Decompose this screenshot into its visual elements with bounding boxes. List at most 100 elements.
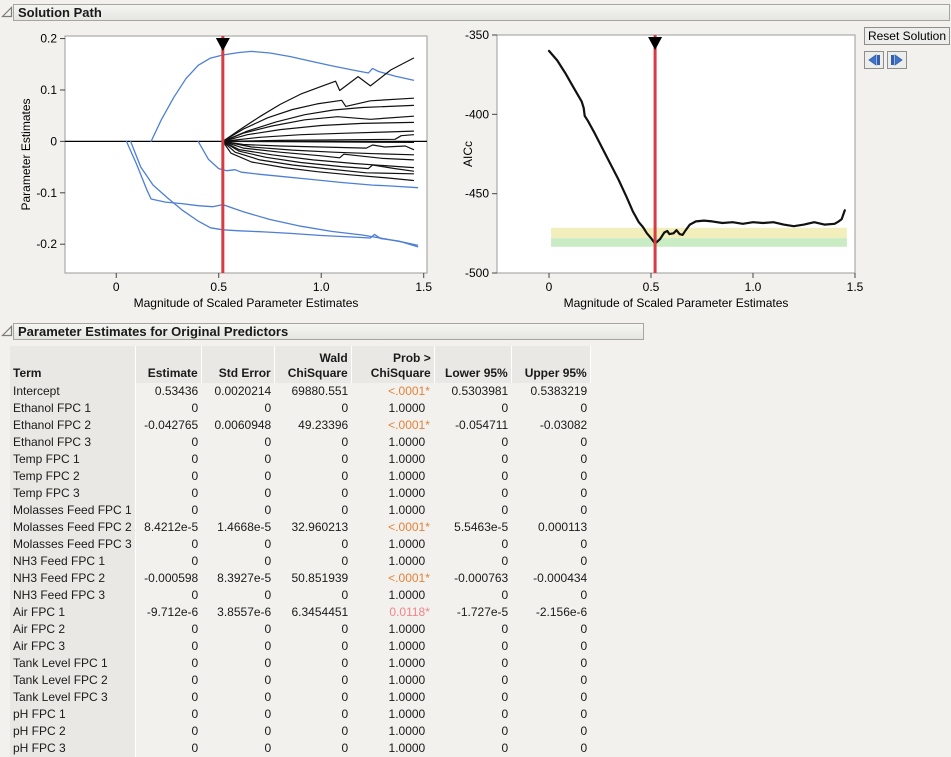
cell-upper: -0.000434 (511, 570, 590, 587)
cell-wald: 0 (274, 740, 351, 757)
cell-term: Molasses Feed FPC 3 (10, 536, 135, 553)
reset-solution-button[interactable]: Reset Solution (864, 27, 950, 45)
cell-term: Ethanol FPC 3 (10, 434, 135, 451)
cell-std_error: 0 (201, 723, 274, 740)
cell-term: NH3 Feed FPC 1 (10, 553, 135, 570)
cell-term: pH FPC 1 (10, 706, 135, 723)
cell-upper: 0 (511, 587, 590, 604)
cell-term: pH FPC 3 (10, 740, 135, 757)
column-header-std-error: Std Error (201, 346, 274, 383)
cell-upper: 0 (511, 400, 590, 417)
jmp-solution-path-report: { "outlines":{ "solution_path":"Solution… (0, 0, 951, 755)
cell-wald: 0 (274, 468, 351, 485)
cell-estimate: 0 (135, 536, 201, 553)
estimates-path-y-tick-label: -0.1 (36, 186, 57, 200)
cell-wald: 69880.551 (274, 383, 351, 400)
cell-wald: 0 (274, 621, 351, 638)
step-back-button[interactable] (864, 51, 884, 69)
aicc-path-y-tick-label: -450 (465, 187, 489, 201)
cell-estimate: 0 (135, 655, 201, 672)
cell-prob: 1.0000 (351, 655, 434, 672)
aicc-path-x-axis-title: Magnitude of Scaled Parameter Estimates (564, 296, 789, 310)
cell-term: Molasses Feed FPC 2 (10, 519, 135, 536)
cell-estimate: 0 (135, 689, 201, 706)
cell-term: Temp FPC 2 (10, 468, 135, 485)
cell-lower: 0 (434, 587, 511, 604)
cell-prob: 1.0000 (351, 638, 434, 655)
cell-upper: 0.000113 (511, 519, 590, 536)
cell-wald: 0 (274, 451, 351, 468)
cell-lower: 0 (434, 672, 511, 689)
cell-upper: 0.5383219 (511, 383, 590, 400)
aicc-path-x-tick-label: 1.5 (847, 280, 864, 294)
aicc-path-y-tick-label: -400 (465, 107, 489, 121)
aicc-path-x-tick-label: 0 (546, 280, 553, 294)
cell-estimate: 0 (135, 638, 201, 655)
cell-upper: 0 (511, 621, 590, 638)
cell-prob: <.0001* (351, 519, 434, 536)
table-row: Air FPC 30001.000000 (10, 638, 590, 655)
cell-std_error: 1.4668e-5 (201, 519, 274, 536)
cell-prob: <.0001* (351, 417, 434, 434)
cell-estimate: 0 (135, 451, 201, 468)
cell-std_error: 3.8557e-6 (201, 604, 274, 621)
cell-prob: 1.0000 (351, 689, 434, 706)
cell-term: Temp FPC 3 (10, 485, 135, 502)
cell-upper: -0.03082 (511, 417, 590, 434)
cell-upper: 0 (511, 468, 590, 485)
table-row: Molasses Feed FPC 28.4212e-51.4668e-532.… (10, 519, 590, 536)
cell-wald: 0 (274, 689, 351, 706)
cell-prob: 1.0000 (351, 621, 434, 638)
cell-std_error: 0 (201, 740, 274, 757)
step-forward-button[interactable] (887, 51, 907, 69)
cell-estimate: 0 (135, 553, 201, 570)
cell-lower: -0.000763 (434, 570, 511, 587)
column-header-term: Term (10, 346, 135, 383)
cell-wald: 0 (274, 434, 351, 451)
cell-upper: 0 (511, 485, 590, 502)
cell-lower: 0 (434, 740, 511, 757)
cell-wald: 50.851939 (274, 570, 351, 587)
table-row: Ethanol FPC 2-0.0427650.006094849.23396<… (10, 417, 590, 434)
table-row: Ethanol FPC 10001.000000 (10, 400, 590, 417)
cell-prob: 0.0118* (351, 604, 434, 621)
cell-term: Air FPC 3 (10, 638, 135, 655)
cell-prob: 1.0000 (351, 400, 434, 417)
solution-path-outline-bar[interactable]: Solution Path (13, 4, 950, 21)
cell-lower: 0 (434, 451, 511, 468)
cell-term: NH3 Feed FPC 3 (10, 587, 135, 604)
disclosure-open-icon[interactable] (1, 6, 13, 18)
cell-prob: 1.0000 (351, 536, 434, 553)
parameter-estimates-path-chart[interactable]: 00.51.01.50.20.10-0.1-0.2Magnitude of Sc… (0, 25, 460, 317)
cell-term: Intercept (10, 383, 135, 400)
cell-lower: 0 (434, 485, 511, 502)
estimates-path-x-tick-label: 1.5 (415, 280, 432, 294)
cell-wald: 0 (274, 587, 351, 604)
cell-prob: 1.0000 (351, 502, 434, 519)
solution-path-title: Solution Path (18, 5, 102, 20)
estimates-path-y-tick-label: -0.2 (36, 237, 57, 251)
cell-lower: 0 (434, 468, 511, 485)
cell-lower: 0 (434, 723, 511, 740)
disclosure-open-icon[interactable] (1, 325, 13, 337)
step-forward-icon (890, 54, 904, 66)
table-row: NH3 Feed FPC 2-0.0005988.3927e-550.85193… (10, 570, 590, 587)
column-header-estimate: Estimate (135, 346, 201, 383)
aicc-path-y-axis-title: AICc (461, 141, 475, 167)
aicc-yellow-zone (551, 228, 847, 238)
cell-wald: 0 (274, 502, 351, 519)
cell-prob: 1.0000 (351, 451, 434, 468)
cell-upper: 0 (511, 689, 590, 706)
cell-term: NH3 Feed FPC 2 (10, 570, 135, 587)
table-row: pH FPC 30001.000000 (10, 740, 590, 757)
cell-prob: 1.0000 (351, 672, 434, 689)
aicc-path-x-tick-label: 1.0 (745, 280, 762, 294)
aicc-path-x-tick-label: 0.5 (643, 280, 660, 294)
table-row: Temp FPC 10001.000000 (10, 451, 590, 468)
column-header-upper-95-: Upper 95% (511, 346, 590, 383)
cell-estimate: -0.042765 (135, 417, 201, 434)
parameter-estimates-outline-bar[interactable]: Parameter Estimates for Original Predict… (13, 323, 644, 340)
cell-estimate: 0 (135, 740, 201, 757)
aicc-path-y-tick-label: -500 (465, 266, 489, 280)
cell-upper: 0 (511, 553, 590, 570)
